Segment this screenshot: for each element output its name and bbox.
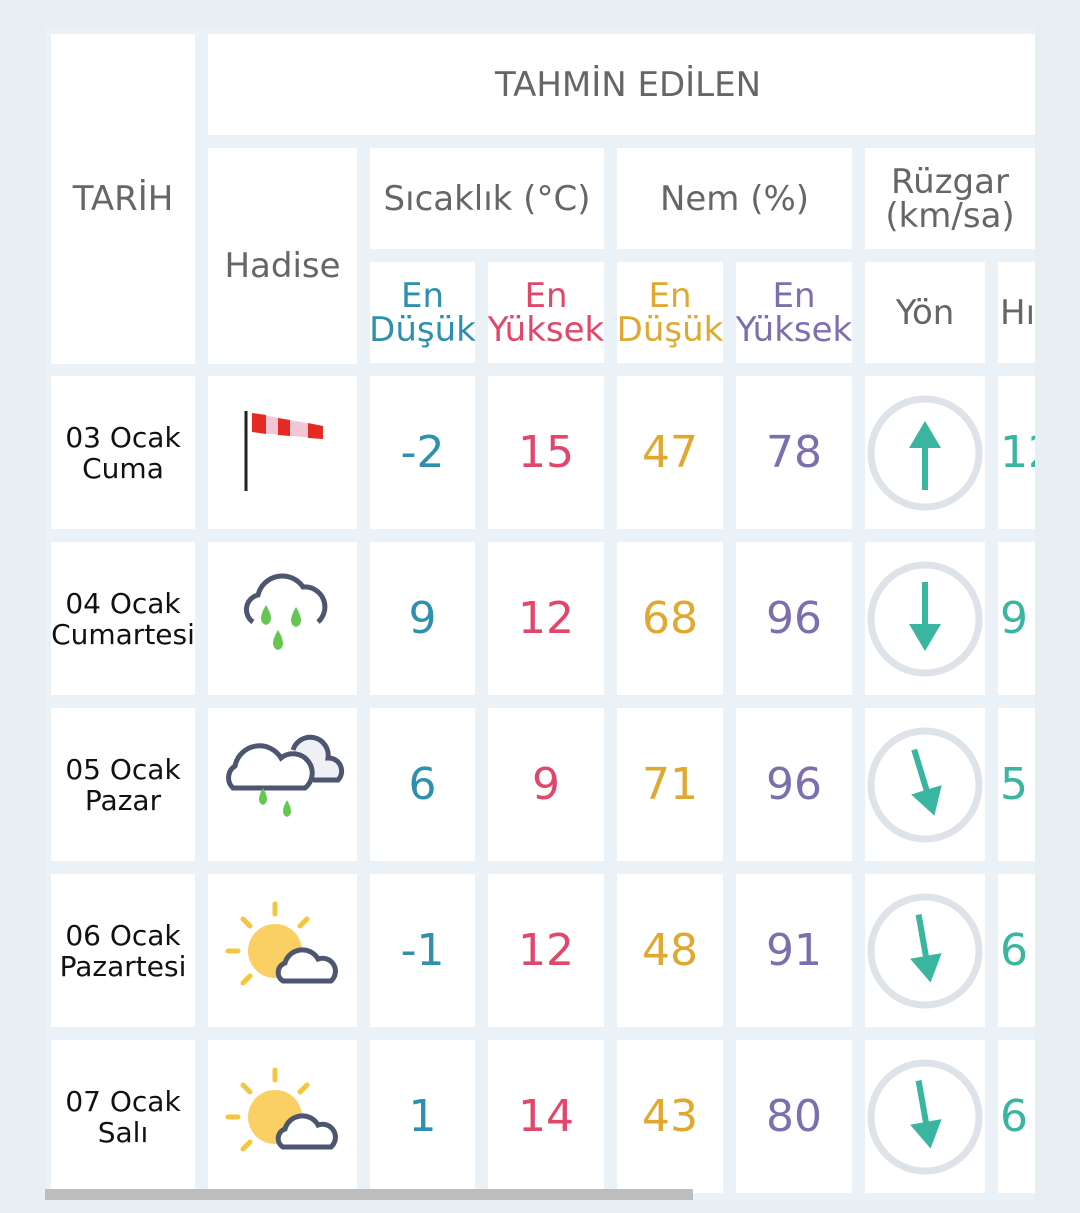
hum-high-value: 80: [766, 1091, 822, 1142]
temp-high-cell: 12: [488, 542, 604, 695]
wind-speed-cell: 5: [998, 708, 1035, 861]
windsock-icon: [238, 406, 328, 500]
temp-low-value: 6: [408, 759, 437, 810]
wind-direction-cell: [865, 708, 985, 861]
hum-high-value: 96: [766, 593, 822, 644]
temp-low-cell: 1: [370, 1040, 475, 1193]
wind-direction-arrow-icon: [867, 395, 983, 510]
header-temp: Sıcaklık (°C): [370, 148, 604, 249]
hum-high-cell: 96: [736, 708, 852, 861]
wind-direction-cell: [865, 874, 985, 1027]
temp-low-value: 1: [408, 1091, 437, 1142]
wind-speed-value: 6: [1000, 925, 1028, 976]
day-label: Pazartesi: [59, 949, 187, 983]
hum-high-cell: 96: [736, 542, 852, 695]
hum-low-cell: 68: [617, 542, 723, 695]
event-cell: [208, 1040, 357, 1193]
header-speed: Hız: [998, 262, 1035, 363]
wind-speed-value: 6: [1000, 1091, 1028, 1142]
wind-speed-cell: 6: [998, 1040, 1035, 1193]
header-forecast: TAHMİN EDİLEN: [208, 34, 1035, 135]
header-humidity: Nem (%): [617, 148, 852, 249]
temp-high-value: 9: [532, 759, 560, 810]
wind-direction-arrow-icon: [867, 727, 983, 842]
temp-high-cell: 12: [488, 874, 604, 1027]
temp-high-value: 14: [518, 1091, 574, 1142]
hum-low-value: 47: [642, 427, 698, 478]
horizontal-scrollbar[interactable]: [45, 1189, 693, 1200]
day-label: Pazar: [84, 783, 162, 817]
wind-speed-cell: 9: [998, 542, 1035, 695]
wind-direction-cell: [865, 376, 985, 529]
temp-high-value: 12: [518, 925, 574, 976]
partly-cloudy-icon: [223, 1065, 343, 1169]
wind-speed-value: 5: [1000, 759, 1028, 810]
temp-low-cell: -2: [370, 376, 475, 529]
day-label: Salı: [97, 1115, 149, 1149]
event-cell: [208, 376, 357, 529]
temp-low-cell: 9: [370, 542, 475, 695]
hum-low-value: 71: [642, 759, 698, 810]
wind-direction-cell: [865, 542, 985, 695]
wind-speed-value: 9: [1000, 593, 1028, 644]
date-cell: 07 Ocak Salı: [51, 1040, 195, 1193]
hum-high-value: 96: [766, 759, 822, 810]
hum-low-cell: 47: [617, 376, 723, 529]
hum-high-value: 78: [766, 427, 822, 478]
day-label: Cumartesi: [51, 617, 195, 651]
wind-speed-value: 12: [1000, 427, 1035, 478]
event-cell: [208, 542, 357, 695]
temp-low-cell: -1: [370, 874, 475, 1027]
hum-low-value: 48: [642, 925, 698, 976]
rain-cloud-icon: [228, 567, 338, 671]
hum-high-cell: 78: [736, 376, 852, 529]
date-label: 07 Ocak: [65, 1084, 181, 1118]
temp-high-cell: 14: [488, 1040, 604, 1193]
header-direction: Yön: [865, 262, 985, 363]
cloudy-rain-icon: [213, 728, 353, 842]
temp-low-cell: 6: [370, 708, 475, 861]
date-cell: 06 Ocak Pazartesi: [51, 874, 195, 1027]
hum-low-cell: 71: [617, 708, 723, 861]
wind-speed-cell: 6: [998, 874, 1035, 1027]
temp-low-value: 9: [408, 593, 437, 644]
hum-low-cell: 43: [617, 1040, 723, 1193]
date-label: 06 Ocak: [65, 918, 181, 952]
event-cell: [208, 708, 357, 861]
temp-high-value: 12: [518, 593, 574, 644]
temp-high-cell: 15: [488, 376, 604, 529]
temp-high-cell: 9: [488, 708, 604, 861]
header-hum-low: En Düşük: [617, 262, 723, 363]
date-cell: 05 Ocak Pazar: [51, 708, 195, 861]
hum-low-value: 43: [642, 1091, 698, 1142]
event-cell: [208, 874, 357, 1027]
header-temp-low: En Düşük: [369, 262, 476, 363]
date-label: 04 Ocak: [65, 586, 181, 620]
hum-high-cell: 80: [736, 1040, 852, 1193]
date-label: 03 Ocak: [65, 420, 181, 454]
date-cell: 03 Ocak Cuma: [51, 376, 195, 529]
hum-low-value: 68: [642, 593, 698, 644]
hum-low-cell: 48: [617, 874, 723, 1027]
temp-low-value: -2: [400, 427, 445, 478]
wind-speed-cell: 12: [998, 376, 1035, 529]
header-event: Hadise: [208, 148, 357, 364]
wind-direction-arrow-icon: [867, 893, 983, 1008]
wind-direction-arrow-icon: [867, 561, 983, 676]
day-label: Cuma: [82, 451, 164, 485]
temp-low-value: -1: [400, 925, 445, 976]
header-hum-high: En Yüksek: [736, 262, 852, 363]
temp-high-value: 15: [518, 427, 574, 478]
hum-high-value: 91: [766, 925, 822, 976]
wind-direction-arrow-icon: [867, 1059, 983, 1174]
hum-high-cell: 91: [736, 874, 852, 1027]
wind-direction-cell: [865, 1040, 985, 1193]
header-wind: Rüzgar (km/sa): [865, 148, 1035, 249]
forecast-table: TARİH TAHMİN EDİLEN Hadise Sıcaklık (°C)…: [45, 28, 1035, 1200]
header-date: TARİH: [51, 34, 195, 364]
header-temp-high: En Yüksek: [488, 262, 604, 363]
partly-cloudy-icon: [223, 899, 343, 1003]
date-label: 05 Ocak: [65, 752, 181, 786]
date-cell: 04 Ocak Cumartesi: [51, 542, 195, 695]
